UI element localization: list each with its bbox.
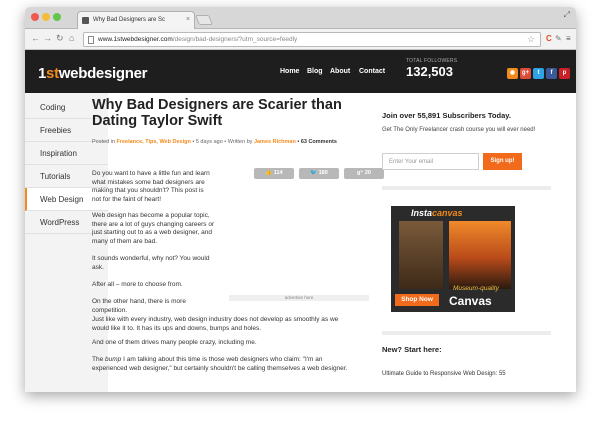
paragraph: After all – more to choose from.: [92, 281, 183, 288]
facebook-icon[interactable]: f: [546, 68, 557, 79]
divider: [382, 186, 551, 190]
author-link[interactable]: James Richman: [254, 139, 296, 145]
favicon-icon: [82, 17, 89, 24]
followers-count: TOTAL FOLLOWERS 132,503: [406, 58, 458, 79]
ad-brand: Instacanvas: [411, 208, 463, 218]
shop-now-button[interactable]: Shop Now: [395, 294, 439, 306]
article-meta: Posted in Freelance, Tips, Web Design • …: [92, 139, 337, 145]
gplus-button[interactable]: g⁺ 20: [344, 168, 384, 179]
tab-bar: Why Bad Designers are Sc × ⤢: [25, 7, 576, 29]
paragraph: Web design has become a popular topic, th…: [92, 212, 215, 245]
forward-icon[interactable]: →: [43, 33, 52, 43]
zoom-window-icon[interactable]: [53, 13, 61, 21]
fullscreen-icon[interactable]: ⤢: [564, 10, 570, 20]
reload-icon[interactable]: ↻: [56, 33, 64, 44]
wrench-icon[interactable]: ✎: [555, 34, 562, 43]
paragraph: The bump I am talking about this time is…: [92, 356, 348, 372]
tweet-button[interactable]: 🐦 180: [299, 168, 339, 179]
new-start-heading: New? Start here:: [382, 345, 442, 354]
paragraph: Do you want to have a little fun and lea…: [92, 170, 210, 203]
pinterest-icon[interactable]: p: [559, 68, 570, 79]
subscribe-subtitle: Get The Only Freelancer crash course you…: [382, 127, 536, 133]
instacanvas-ad[interactable]: Instacanvas Museum-quality Shop Now Canv…: [391, 206, 515, 312]
ad-photo-sunset: [449, 221, 511, 289]
close-tab-icon[interactable]: ×: [186, 16, 190, 23]
category-links[interactable]: Freelance, Tips, Web Design: [116, 139, 190, 145]
subscribe-title: Join over 55,891 Subscribers Today.: [382, 111, 511, 120]
site-header: 1stwebdesigner Home Blog About Contact T…: [25, 50, 576, 93]
browser-tab[interactable]: Why Bad Designers are Sc ×: [77, 11, 195, 29]
browser-toolbar: ← → ↻ ⌂ www.1stwebdesigner.com/design/ba…: [25, 29, 576, 50]
comments-link[interactable]: • 63 Comments: [297, 139, 337, 145]
article-title: Why Bad Designers are Scarier than Datin…: [92, 97, 342, 129]
address-bar[interactable]: www.1stwebdesigner.com/design/bad-design…: [83, 32, 541, 47]
paragraph: On the other hand, there is more competit…: [92, 298, 186, 314]
paragraph: And one of them drives many people crazy…: [92, 339, 257, 346]
menu-icon[interactable]: ≡: [566, 34, 571, 43]
home-icon[interactable]: ⌂: [69, 33, 74, 43]
twitter-icon[interactable]: t: [533, 68, 544, 79]
back-icon[interactable]: ←: [31, 33, 40, 43]
divider: [382, 331, 551, 335]
google-plus-icon[interactable]: g+: [520, 68, 531, 79]
paragraph: It sounds wonderful, why not? You would a…: [92, 255, 210, 271]
minimize-window-icon[interactable]: [42, 13, 50, 21]
rss-icon[interactable]: ◉: [507, 68, 518, 79]
paragraph: Just like with every industry, web desig…: [92, 316, 339, 332]
bookmark-star-icon[interactable]: ☆: [527, 34, 535, 45]
extension-icon[interactable]: C: [546, 34, 552, 43]
new-tab-button[interactable]: [195, 15, 213, 25]
page-icon: [88, 36, 94, 44]
like-button[interactable]: 👍 114: [254, 168, 294, 179]
nav-contact[interactable]: Contact: [359, 68, 385, 75]
site-logo[interactable]: 1stwebdesigner: [38, 65, 148, 82]
nav-home[interactable]: Home: [280, 68, 299, 75]
email-input[interactable]: Enter Your email: [382, 153, 479, 170]
advertise-here-label[interactable]: advertise here: [229, 295, 369, 301]
nav-about[interactable]: About: [330, 68, 350, 75]
signup-button[interactable]: Sign up!: [483, 153, 522, 170]
close-window-icon[interactable]: [31, 13, 39, 21]
nav-blog[interactable]: Blog: [307, 68, 323, 75]
ad-photo-camera: [399, 221, 443, 289]
guide-link[interactable]: Ultimate Guide to Responsive Web Design:…: [382, 370, 542, 378]
